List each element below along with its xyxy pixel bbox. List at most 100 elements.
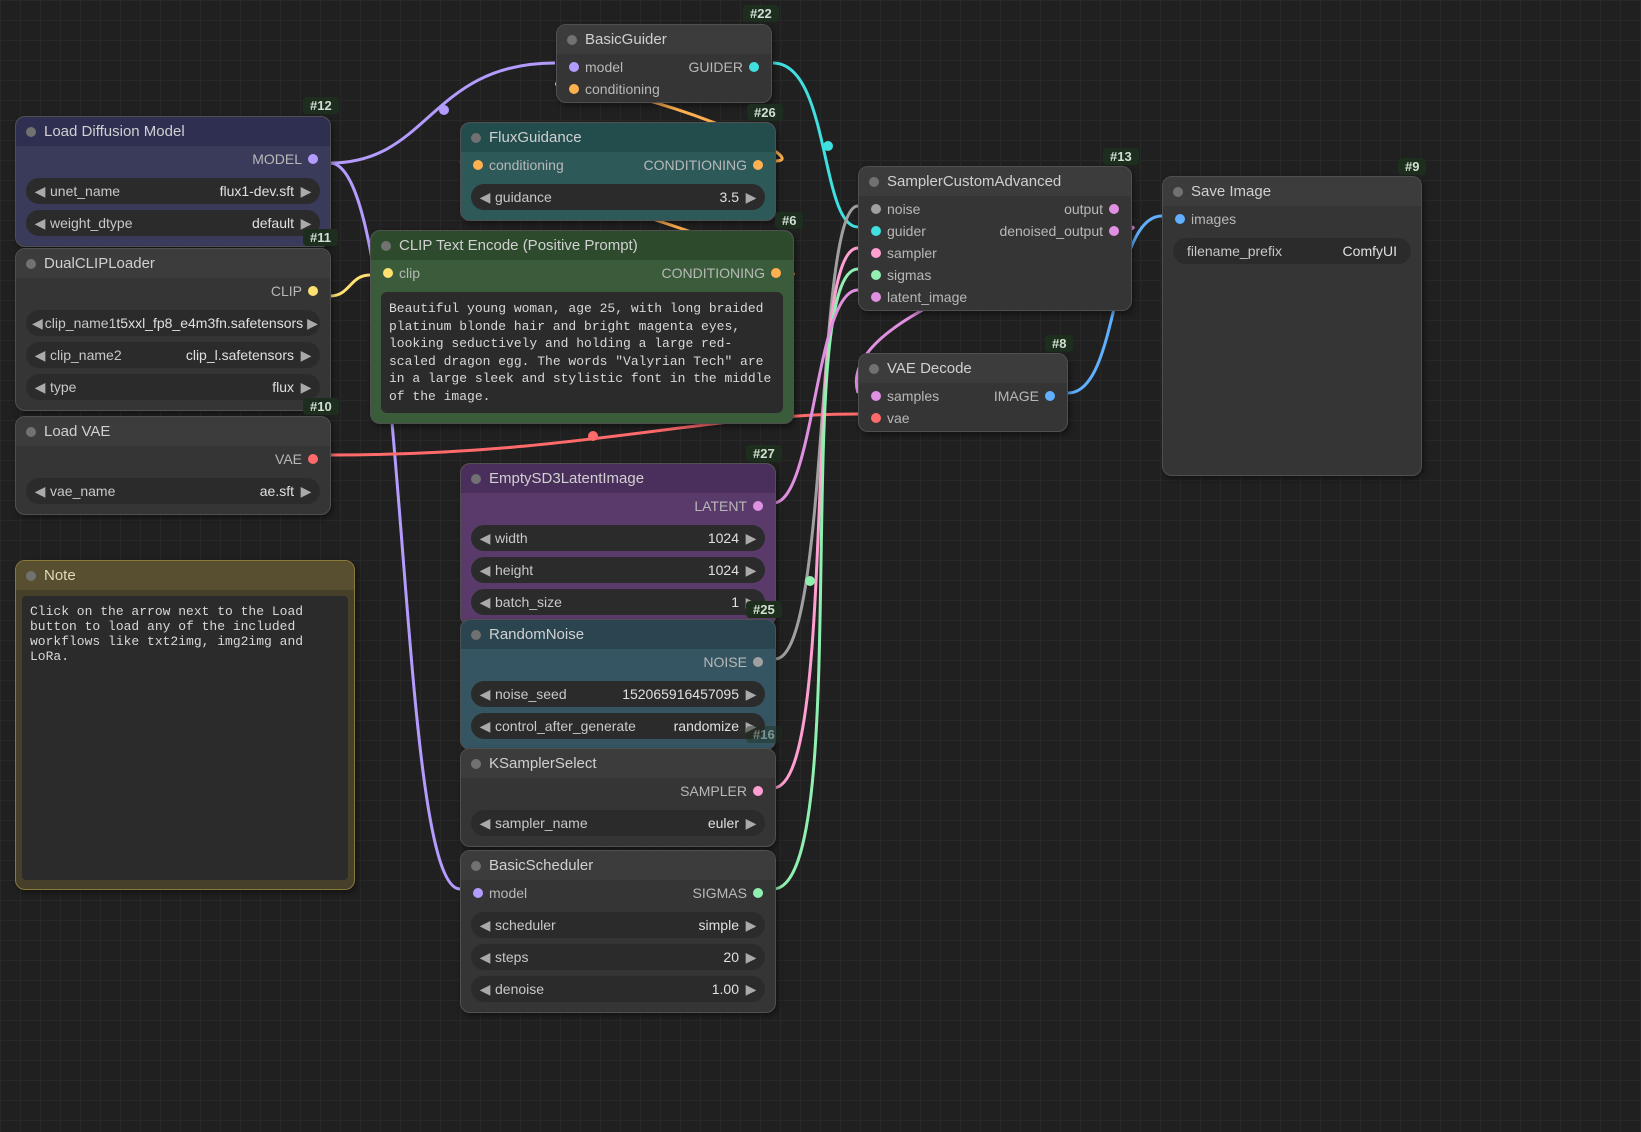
node-ksampler-select[interactable]: KSamplerSelect SAMPLER ◀sampler_nameeule… — [460, 748, 776, 847]
note-text[interactable]: Click on the arrow next to the Load butt… — [22, 596, 348, 880]
widget-guidance[interactable]: ◀ guidance 3.5 ▶ — [471, 184, 765, 210]
node-save-image[interactable]: Save Image images filename_prefix ComfyU… — [1162, 176, 1422, 476]
port-in-noise[interactable]: noise — [871, 198, 967, 220]
collapse-dot-icon[interactable] — [381, 241, 391, 251]
collapse-dot-icon[interactable] — [26, 259, 36, 269]
port-out-conditioning[interactable]: CONDITIONING — [662, 262, 781, 284]
port-in-vae[interactable]: vae — [871, 407, 939, 429]
node-title[interactable]: SamplerCustomAdvanced — [859, 167, 1131, 196]
node-title[interactable]: EmptySD3LatentImage — [461, 464, 775, 493]
widget-weight-dtype[interactable]: ◀ weight_dtype default ▶ — [26, 210, 320, 236]
port-in-sampler[interactable]: sampler — [871, 242, 967, 264]
node-title[interactable]: Load Diffusion Model — [16, 117, 330, 146]
collapse-dot-icon[interactable] — [869, 364, 879, 374]
node-title[interactable]: DualCLIPLoader — [16, 249, 330, 278]
arrow-right-icon[interactable]: ▶ — [743, 189, 759, 206]
arrow-right-icon[interactable]: ▶ — [743, 562, 759, 579]
node-random-noise[interactable]: RandomNoise NOISE ◀noise_seed15206591645… — [460, 619, 776, 750]
arrow-right-icon[interactable]: ▶ — [743, 981, 759, 998]
widget-clip-name2[interactable]: ◀ clip_name2 clip_l.safetensors ▶ — [26, 342, 320, 368]
widget-height[interactable]: ◀height1024▶ — [471, 557, 765, 583]
arrow-right-icon[interactable]: ▶ — [298, 183, 314, 200]
arrow-left-icon[interactable]: ◀ — [477, 530, 493, 547]
arrow-right-icon[interactable]: ▶ — [307, 315, 318, 332]
port-out-image[interactable]: IMAGE — [994, 385, 1055, 407]
port-out-denoised[interactable]: denoised_output — [999, 220, 1119, 242]
port-in-model[interactable]: model — [569, 56, 660, 78]
node-load-diffusion-model[interactable]: Load Diffusion Model MODEL ◀ unet_name f… — [15, 116, 331, 247]
node-title[interactable]: RandomNoise — [461, 620, 775, 649]
port-in-clip[interactable]: clip — [383, 262, 420, 284]
port-out-sigmas[interactable]: SIGMAS — [693, 882, 763, 904]
arrow-left-icon[interactable]: ◀ — [32, 183, 48, 200]
node-clip-text-encode[interactable]: CLIP Text Encode (Positive Prompt) clip … — [370, 230, 794, 424]
port-out-guider[interactable]: GUIDER — [689, 56, 759, 78]
node-title[interactable]: VAE Decode — [859, 354, 1067, 383]
widget-sampler-name[interactable]: ◀sampler_nameeuler▶ — [471, 810, 765, 836]
port-out-sampler[interactable]: SAMPLER — [680, 780, 763, 802]
widget-batch-size[interactable]: ◀batch_size1▶ — [471, 589, 765, 615]
arrow-right-icon[interactable]: ▶ — [743, 917, 759, 934]
port-out-clip[interactable]: CLIP — [271, 280, 318, 302]
arrow-right-icon[interactable]: ▶ — [743, 815, 759, 832]
collapse-dot-icon[interactable] — [567, 35, 577, 45]
collapse-dot-icon[interactable] — [471, 474, 481, 484]
arrow-left-icon[interactable]: ◀ — [477, 562, 493, 579]
widget-clip-name1[interactable]: ◀ clip_name1 t5xxl_fp8_e4m3fn.safetensor… — [26, 310, 320, 336]
node-sampler-custom-advanced[interactable]: SamplerCustomAdvanced noise guider sampl… — [858, 166, 1132, 311]
arrow-left-icon[interactable]: ◀ — [477, 949, 493, 966]
arrow-left-icon[interactable]: ◀ — [477, 594, 493, 611]
widget-noise-seed[interactable]: ◀noise_seed152065916457095▶ — [471, 681, 765, 707]
arrow-left-icon[interactable]: ◀ — [477, 686, 493, 703]
arrow-right-icon[interactable]: ▶ — [743, 530, 759, 547]
widget-steps[interactable]: ◀steps20▶ — [471, 944, 765, 970]
collapse-dot-icon[interactable] — [869, 177, 879, 187]
arrow-left-icon[interactable]: ◀ — [32, 483, 48, 500]
node-empty-latent-image[interactable]: EmptySD3LatentImage LATENT ◀width1024▶ ◀… — [460, 463, 776, 626]
arrow-right-icon[interactable]: ▶ — [743, 686, 759, 703]
port-out-latent[interactable]: LATENT — [694, 495, 763, 517]
collapse-dot-icon[interactable] — [1173, 187, 1183, 197]
arrow-right-icon[interactable]: ▶ — [743, 949, 759, 966]
node-note[interactable]: Note Click on the arrow next to the Load… — [15, 560, 355, 890]
arrow-left-icon[interactable]: ◀ — [477, 917, 493, 934]
port-in-conditioning[interactable]: conditioning — [473, 154, 564, 176]
collapse-dot-icon[interactable] — [471, 759, 481, 769]
node-title[interactable]: BasicGuider — [557, 25, 771, 54]
port-out-conditioning[interactable]: CONDITIONING — [644, 154, 763, 176]
widget-filename-prefix[interactable]: filename_prefix ComfyUI — [1173, 238, 1411, 264]
port-in-guider[interactable]: guider — [871, 220, 967, 242]
collapse-dot-icon[interactable] — [471, 630, 481, 640]
node-basic-scheduler[interactable]: BasicScheduler model SIGMAS ◀schedulersi… — [460, 850, 776, 1013]
collapse-dot-icon[interactable] — [26, 427, 36, 437]
collapse-dot-icon[interactable] — [26, 571, 36, 581]
port-out-noise[interactable]: NOISE — [703, 651, 763, 673]
arrow-right-icon[interactable]: ▶ — [298, 347, 314, 364]
widget-unet-name[interactable]: ◀ unet_name flux1-dev.sft ▶ — [26, 178, 320, 204]
node-title[interactable]: Note — [16, 561, 354, 590]
node-title[interactable]: CLIP Text Encode (Positive Prompt) — [371, 231, 793, 260]
arrow-left-icon[interactable]: ◀ — [477, 981, 493, 998]
node-load-vae[interactable]: Load VAE VAE ◀ vae_name ae.sft ▶ — [15, 416, 331, 515]
node-flux-guidance[interactable]: FluxGuidance conditioning CONDITIONING ◀… — [460, 122, 776, 221]
port-in-images[interactable]: images — [1175, 208, 1236, 230]
arrow-left-icon[interactable]: ◀ — [477, 189, 493, 206]
node-title[interactable]: BasicScheduler — [461, 851, 775, 880]
port-in-conditioning[interactable]: conditioning — [569, 78, 660, 100]
port-out-output[interactable]: output — [999, 198, 1119, 220]
arrow-left-icon[interactable]: ◀ — [32, 347, 48, 364]
node-title[interactable]: FluxGuidance — [461, 123, 775, 152]
widget-width[interactable]: ◀width1024▶ — [471, 525, 765, 551]
port-out-model[interactable]: MODEL — [252, 148, 318, 170]
collapse-dot-icon[interactable] — [26, 127, 36, 137]
arrow-left-icon[interactable]: ◀ — [477, 815, 493, 832]
node-dual-clip-loader[interactable]: DualCLIPLoader CLIP ◀ clip_name1 t5xxl_f… — [15, 248, 331, 411]
port-in-latent-image[interactable]: latent_image — [871, 286, 967, 308]
node-title[interactable]: Load VAE — [16, 417, 330, 446]
widget-scheduler[interactable]: ◀schedulersimple▶ — [471, 912, 765, 938]
collapse-dot-icon[interactable] — [471, 861, 481, 871]
widget-denoise[interactable]: ◀denoise1.00▶ — [471, 976, 765, 1002]
node-basic-guider[interactable]: BasicGuider model conditioning GUIDER — [556, 24, 772, 103]
arrow-right-icon[interactable]: ▶ — [298, 483, 314, 500]
node-vae-decode[interactable]: VAE Decode samples vae IMAGE — [858, 353, 1068, 432]
